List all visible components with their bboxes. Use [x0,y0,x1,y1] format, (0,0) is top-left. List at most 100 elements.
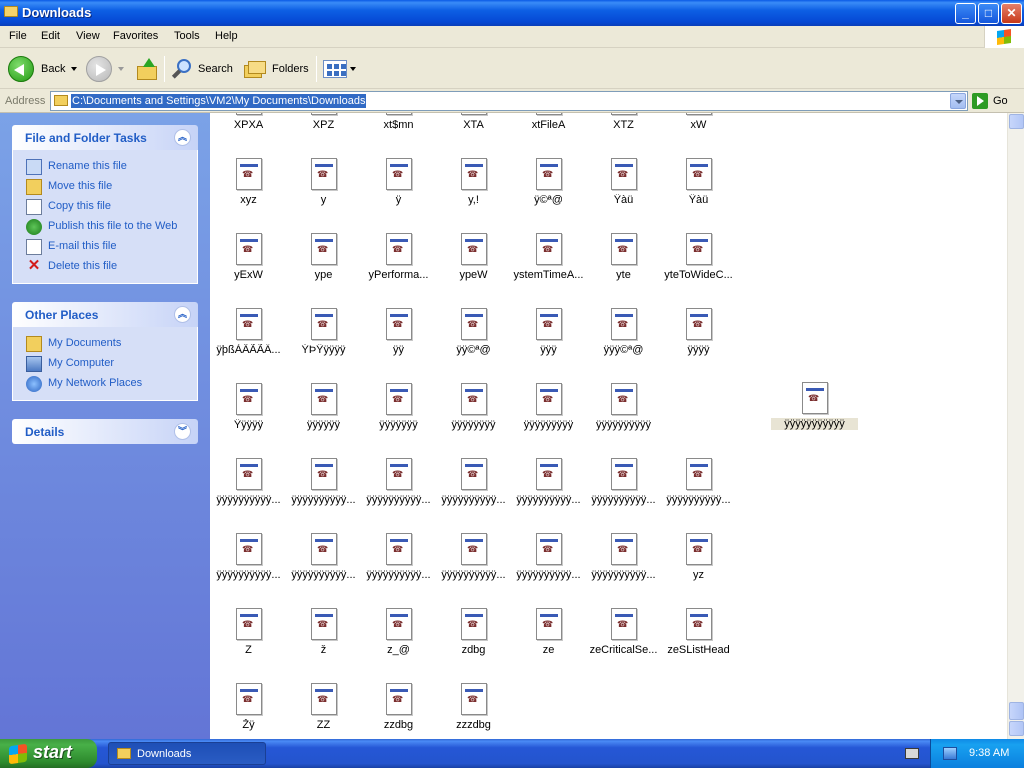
file-folder-tasks-header[interactable]: File and Folder Tasks ︽ [12,125,198,150]
file-item[interactable]: ÿÿÿÿÿÿÿÿÿÿ... [211,533,286,603]
forward-dropdown-icon[interactable] [118,67,124,71]
back-dropdown-icon[interactable] [71,67,78,71]
task-rename-file[interactable]: Rename this file [13,157,197,177]
file-item[interactable]: y,! [436,158,511,228]
file-item[interactable]: ÿþßÀÂÃÃÄ... [211,308,286,378]
task-label[interactable]: Copy this file [48,200,111,212]
place-label[interactable]: My Computer [48,357,114,369]
file-item[interactable]: y [286,158,361,228]
file-item[interactable]: ÿÿÿÿÿÿÿÿÿÿ... [511,458,586,528]
back-button[interactable]: Back [8,54,78,84]
file-item[interactable]: zeCriticalSe... [586,608,661,678]
views-dropdown-icon[interactable] [350,67,356,71]
menu-help[interactable]: Help [215,30,238,42]
collapse-chevron-icon[interactable]: ︽ [174,129,191,146]
file-item[interactable]: ÿÿÿÿÿÿÿÿÿÿ... [361,533,436,603]
menu-view[interactable]: View [76,30,100,42]
file-item[interactable]: xtFileA [511,113,586,153]
place-label[interactable]: My Network Places [48,377,142,389]
file-item[interactable]: xt$mn [361,113,436,153]
forward-button[interactable] [86,54,124,84]
file-item[interactable]: yPerforma... [361,233,436,303]
other-places-header[interactable]: Other Places ︽ [12,302,198,327]
file-item[interactable]: ZZ [286,683,361,739]
task-label[interactable]: E-mail this file [48,240,116,252]
menu-file[interactable]: File [9,30,27,42]
file-item[interactable]: ÿ©ª@ [511,158,586,228]
taskbar-item-downloads[interactable]: Downloads [108,742,266,765]
file-item[interactable]: ÝÞŸÿÿÿÿ [286,308,361,378]
file-item[interactable]: ystemTimeA... [511,233,586,303]
menu-edit[interactable]: Edit [41,30,60,42]
place-label[interactable]: My Documents [48,337,121,349]
file-item[interactable]: ÿÿÿÿÿÿÿÿÿÿ... [661,458,736,528]
file-item[interactable]: z_@ [361,608,436,678]
file-item[interactable]: ÿÿÿÿÿÿÿÿÿÿ... [586,533,661,603]
file-item[interactable]: ÿÿÿÿÿÿÿÿÿÿ... [436,458,511,528]
file-item[interactable]: ÿÿ [361,308,436,378]
task-label[interactable]: Publish this file to the Web [48,220,177,232]
address-input[interactable]: C:\Documents and Settings\VM2\My Documen… [50,91,968,111]
file-item[interactable]: ypeW [436,233,511,303]
file-item[interactable]: ÿÿÿÿÿÿÿÿÿ [511,383,586,453]
file-item[interactable]: Z [211,608,286,678]
task-label[interactable]: Rename this file [48,160,127,172]
task-copy-file[interactable]: Copy this file [13,197,197,217]
file-item[interactable]: XTA [436,113,511,153]
file-item[interactable]: XTZ [586,113,661,153]
address-dropdown-button[interactable] [950,93,966,109]
file-item[interactable]: XPXA [211,113,286,153]
file-item[interactable]: ÿÿÿÿÿÿÿÿÿÿ... [286,458,361,528]
file-item[interactable]: ÿÿÿÿÿÿÿ [361,383,436,453]
task-label[interactable]: Move this file [48,180,112,192]
file-item[interactable]: ÿÿ©ª@ [436,308,511,378]
file-item[interactable]: zeSListHead [661,608,736,678]
file-item[interactable]: yz [661,533,736,603]
place-my-documents[interactable]: My Documents [13,334,197,354]
task-label[interactable]: Delete this file [48,260,117,272]
file-item[interactable]: ÿÿÿÿÿÿÿÿÿÿ... [286,533,361,603]
place-my-network-places[interactable]: My Network Places [13,374,197,394]
file-item[interactable]: zzdbg [361,683,436,739]
file-item[interactable]: Ÿàü [586,158,661,228]
file-item[interactable]: ÿÿÿÿ [661,308,736,378]
menu-tools[interactable]: Tools [174,30,200,42]
file-item[interactable]: ÿÿÿÿÿÿÿÿÿÿ... [361,458,436,528]
close-button[interactable]: ✕ [1001,3,1022,24]
scroll-down-button[interactable] [1009,721,1024,736]
maximize-button[interactable]: □ [978,3,999,24]
address-value[interactable]: C:\Documents and Settings\VM2\My Documen… [71,94,367,108]
scroll-thumb[interactable] [1009,702,1024,720]
file-item[interactable]: ÿÿÿÿÿÿÿÿÿÿ... [511,533,586,603]
file-item[interactable]: yExW [211,233,286,303]
file-item[interactable]: Ÿàü [661,158,736,228]
file-item[interactable]: zzzdbg [436,683,511,739]
file-item[interactable]: ze [511,608,586,678]
folders-button[interactable]: Folders [244,54,309,84]
file-item[interactable]: ÿÿÿÿÿÿÿÿÿÿ [586,383,661,453]
up-folder-button[interactable] [135,54,159,84]
keyboard-icon[interactable] [905,748,919,759]
file-item[interactable]: ype [286,233,361,303]
file-item[interactable]: ÿ [361,158,436,228]
go-button[interactable]: Go [972,92,1008,110]
menu-favorites[interactable]: Favorites [113,30,158,42]
place-my-computer[interactable]: My Computer [13,354,197,374]
task-publish-file[interactable]: Publish this file to the Web [13,217,197,237]
file-item[interactable]: XPZ [286,113,361,153]
search-button[interactable]: Search [171,54,233,84]
collapse-chevron-icon[interactable]: ︽ [174,306,191,323]
task-move-file[interactable]: Move this file [13,177,197,197]
file-item[interactable]: xyz [211,158,286,228]
minimize-button[interactable]: _ [955,3,976,24]
file-item-selected[interactable]: ÿÿÿÿÿÿÿÿÿÿÿ [771,382,858,452]
scroll-up-button[interactable] [1009,114,1024,129]
file-item[interactable]: ÿÿÿÿÿÿ [286,383,361,453]
file-item[interactable]: ÿÿÿ©ª@ [586,308,661,378]
file-list-view[interactable]: XPXA XPZ xt$mn XTA xtFileA XTZ xW xyz y ÿ y,! ÿ©ª@ Ÿ… [210,113,1007,739]
views-button[interactable] [323,54,356,84]
file-item[interactable]: ÿÿÿ [511,308,586,378]
network-icon[interactable] [943,747,957,760]
start-button[interactable]: start [0,739,97,768]
file-item[interactable]: yte [586,233,661,303]
